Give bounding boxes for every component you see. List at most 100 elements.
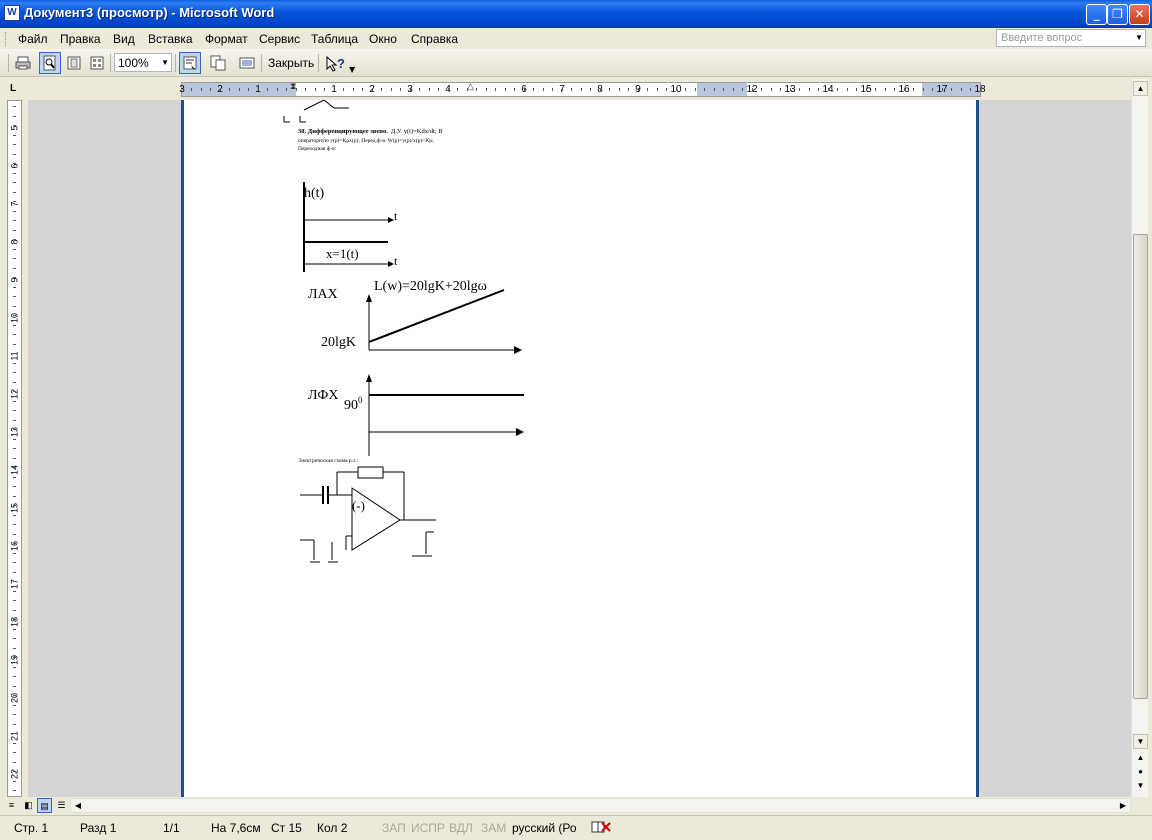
multiple-pages-icon <box>90 56 104 70</box>
view-ruler-button[interactable] <box>179 52 201 74</box>
word-app-icon[interactable]: W <box>4 5 20 21</box>
horizontal-scrollbar[interactable]: ◀ ▶ <box>70 798 1131 813</box>
v-ruler-tick <box>13 657 16 658</box>
vertical-scroll-thumb[interactable] <box>1133 234 1148 699</box>
status-extend[interactable]: ВДЛ <box>449 821 473 835</box>
h-ruler-tick <box>305 88 306 91</box>
toolbar-separator <box>318 54 319 72</box>
h-ruler-tick <box>267 88 268 91</box>
scroll-down-arrow-icon[interactable]: ▼ <box>1133 734 1148 749</box>
toolbar-separator <box>110 54 111 72</box>
v-ruler-number: 16 <box>9 541 20 552</box>
h-ruler-tick <box>960 88 962 91</box>
status-position: На 7,6см <box>211 821 261 835</box>
minimize-button[interactable]: _ <box>1086 4 1107 25</box>
select-browse-object-icon[interactable]: ● <box>1133 765 1148 780</box>
v-ruler-tick <box>13 771 16 772</box>
tab-selector[interactable]: L <box>10 83 16 94</box>
close-window-button[interactable]: ✕ <box>1129 4 1150 25</box>
ask-question-input[interactable]: Введите вопрос ▼ <box>996 29 1146 47</box>
v-ruler-number: 5 <box>9 125 20 131</box>
horizontal-ruler[interactable]: ⧗ △ 321123467891012131415161718 <box>179 81 986 97</box>
v-ruler-tick <box>13 562 16 563</box>
v-ruler-tick <box>13 191 16 193</box>
right-indent-marker[interactable]: △ <box>467 81 474 92</box>
h-ruler-tick <box>561 88 563 91</box>
document-page[interactable]: 38. Дифференцирующее звено. Д.У. y(t)=Kdx… <box>181 100 979 797</box>
h-ruler-tick <box>808 88 810 91</box>
v-ruler-tick <box>13 723 16 725</box>
status-language[interactable]: русский (Ро <box>512 821 577 835</box>
menu-edit[interactable]: Правка <box>60 32 101 46</box>
status-track-changes[interactable]: ИСПР <box>411 821 445 835</box>
close-preview-button[interactable]: Закрыть <box>268 56 314 70</box>
scroll-up-arrow-icon[interactable]: ▲ <box>1133 81 1148 96</box>
normal-view-icon[interactable]: ≡ <box>4 798 19 813</box>
shrink-to-fit-button[interactable] <box>207 52 229 74</box>
h-ruler-tick <box>580 88 582 91</box>
menu-tools[interactable]: Сервис <box>259 32 300 46</box>
v-ruler-tick <box>13 638 16 639</box>
menu-file[interactable]: Файл <box>18 32 48 46</box>
zoom-select[interactable]: 100% ▼ <box>114 53 172 72</box>
v-ruler-number: 6 <box>9 163 20 169</box>
multiple-pages-button[interactable] <box>86 52 108 74</box>
h-ruler-tick <box>742 88 743 91</box>
h-ruler-tick <box>314 88 316 91</box>
menu-grip[interactable] <box>5 32 8 46</box>
h-ruler-tick <box>618 88 620 91</box>
full-screen-button[interactable] <box>236 52 258 74</box>
chevron-down-icon[interactable]: ▼ <box>161 58 169 67</box>
menu-table[interactable]: Таблица <box>311 32 358 46</box>
v-ruler-tick <box>13 714 16 715</box>
previous-page-icon[interactable]: ▲ <box>1133 751 1148 766</box>
v-ruler-tick <box>13 419 16 421</box>
h-ruler-tick <box>770 88 772 91</box>
context-help-button[interactable]: ? ▼ <box>322 52 356 74</box>
scroll-right-arrow-icon[interactable]: ▶ <box>1116 799 1130 812</box>
spelling-status-icon[interactable] <box>590 819 612 838</box>
v-ruler-tick <box>13 666 16 668</box>
status-record[interactable]: ЗАП <box>382 821 406 835</box>
web-layout-view-icon[interactable]: ◧ <box>21 798 36 813</box>
svg-text:▼: ▼ <box>349 65 355 73</box>
v-ruler-tick <box>13 305 16 307</box>
v-ruler-tick <box>13 695 16 696</box>
print-layout-view-icon[interactable]: ▤ <box>37 798 52 813</box>
next-page-icon[interactable]: ▼ <box>1133 779 1148 794</box>
h-ruler-tick <box>599 88 601 91</box>
status-column: Кол 2 <box>317 821 348 835</box>
h-ruler-tick <box>257 88 259 91</box>
menu-view[interactable]: Вид <box>113 32 135 46</box>
menu-format[interactable]: Формат <box>205 32 248 46</box>
status-line: Ст 15 <box>271 821 302 835</box>
h-ruler-tick <box>200 88 202 91</box>
h-ruler-tick <box>865 88 867 91</box>
vertical-scrollbar[interactable]: ▲ ▼ ▲ ● ▼ <box>1131 79 1148 797</box>
zoom-value: 100% <box>118 56 149 70</box>
menu-help[interactable]: Справка <box>411 32 458 46</box>
vertical-ruler[interactable]: 5 6 7 8 9 10 11 12 13 14 15 16 17 18 19 20 21 22 <box>7 100 22 797</box>
h-ruler-tick <box>732 88 734 91</box>
status-page[interactable]: Стр. 1 <box>14 821 48 835</box>
magnifier-button[interactable] <box>39 52 61 74</box>
v-ruler-tick <box>13 448 16 449</box>
h-ruler-tick <box>704 88 705 91</box>
scroll-left-arrow-icon[interactable]: ◀ <box>71 799 85 812</box>
restore-button[interactable]: ❐ <box>1107 4 1128 25</box>
menu-insert[interactable]: Вставка <box>148 32 193 46</box>
outline-view-icon[interactable]: ☰ <box>54 798 69 813</box>
h-ruler-tick <box>191 88 192 91</box>
v-ruler-number: 17 <box>9 579 20 590</box>
v-ruler-tick <box>13 115 16 117</box>
full-screen-icon <box>239 57 255 69</box>
chevron-down-icon[interactable]: ▼ <box>1135 33 1143 42</box>
menu-window[interactable]: Окно <box>369 32 397 46</box>
print-button[interactable] <box>12 52 34 74</box>
v-ruler-number: 15 <box>9 503 20 514</box>
toolbar-separator <box>175 54 176 72</box>
page-content: 38. Дифференцирующее звено. Д.У. y(t)=Kdx… <box>283 100 524 563</box>
status-overtype[interactable]: ЗАМ <box>481 821 506 835</box>
v-ruler-tick <box>13 752 16 753</box>
one-page-button[interactable] <box>63 52 85 74</box>
